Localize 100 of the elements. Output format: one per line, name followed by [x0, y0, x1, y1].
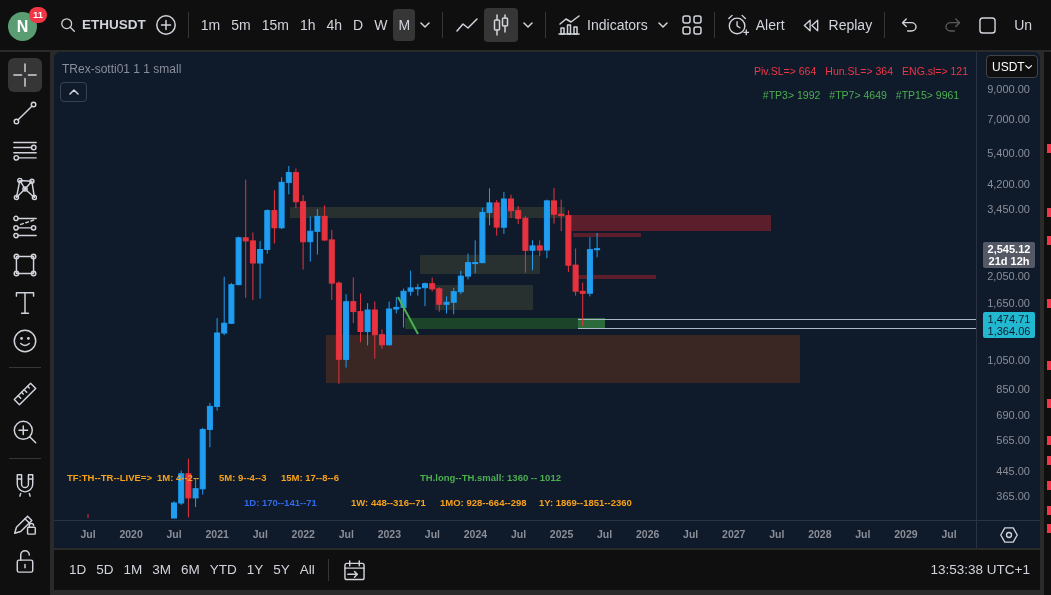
time-axis-label: 2020	[118, 526, 144, 542]
crosshair-icon	[13, 63, 37, 87]
price-axis-label: 565.00	[996, 433, 1030, 447]
calendar-icon	[343, 559, 365, 581]
range-button[interactable]: 1M	[118, 559, 148, 581]
time-axis-label: Jul	[423, 526, 441, 542]
signal-text: 5M: 9--4--3	[219, 472, 267, 484]
last-price-text: 2,545.12	[987, 243, 1031, 255]
interval-tab[interactable]: 1h	[294, 9, 321, 41]
symbol-search-button[interactable]: ETHUSDT	[56, 9, 151, 41]
interval-tab[interactable]: D	[348, 9, 369, 41]
lines-with-dots-icon	[13, 215, 37, 239]
caret-icon	[1024, 63, 1032, 70]
redo-icon	[944, 18, 962, 32]
indicators-button[interactable]: Indicators	[553, 9, 653, 41]
time-axis-label: 2028	[807, 526, 833, 542]
range-button[interactable]: YTD	[204, 559, 242, 581]
trend-line-icon	[13, 101, 37, 125]
time-axis-label: 2022	[290, 526, 316, 542]
range-button[interactable]: 5D	[91, 559, 119, 581]
price-axis-label: 2,050.00	[987, 269, 1030, 283]
interval-tab[interactable]: M	[393, 9, 416, 41]
rewind-icon	[802, 18, 819, 32]
interval-tab[interactable]: W	[369, 9, 393, 41]
stop-level-label: Hun.SL=> 364	[825, 64, 894, 79]
time-axis-label: 2029	[893, 526, 919, 542]
change-marker	[1047, 236, 1051, 245]
interval-tab[interactable]: 1m	[195, 9, 226, 41]
axis-settings-button[interactable]	[997, 524, 1020, 545]
target-label: #TP3> 1992	[762, 87, 821, 103]
smiley-icon	[13, 329, 37, 353]
replay-button[interactable]: Replay	[797, 9, 878, 41]
range-button[interactable]: 5Y	[268, 559, 295, 581]
level-price-text: 1,364.06	[987, 325, 1031, 337]
crosshair-tool[interactable]	[8, 58, 42, 92]
timezone-button[interactable]: 13:53:38 UTC+1	[930, 555, 1030, 585]
settings-icon	[999, 526, 1018, 543]
time-axis-label: Jul	[940, 526, 958, 542]
square-icon	[979, 16, 997, 34]
layout-name-button[interactable]: Un	[1009, 9, 1038, 41]
price-axis-label: 690.00	[996, 408, 1030, 422]
signal-text: 1W: 448--316--71	[351, 497, 426, 509]
time-axis-label: Jul	[79, 526, 97, 542]
change-marker	[1047, 506, 1051, 515]
currency-dropdown[interactable]: USDT	[986, 55, 1038, 78]
grid-icon	[681, 15, 702, 35]
change-marker	[1047, 436, 1051, 445]
range-button[interactable]: 1D	[64, 559, 92, 581]
text-icon	[13, 291, 37, 315]
change-marker	[1047, 456, 1051, 465]
time-axis-label: Jul	[854, 526, 872, 542]
countdown-text: 21d 12h	[988, 255, 1030, 267]
change-marker	[1047, 361, 1051, 370]
time-axis-label: 2021	[204, 526, 230, 542]
interval-tab[interactable]: 5m	[226, 9, 256, 41]
time-axis-label: Jul	[682, 526, 700, 542]
search-icon	[61, 18, 75, 32]
time-axis-label: Jul	[768, 526, 786, 542]
range-button[interactable]: 6M	[176, 559, 205, 581]
line-chart-icon	[456, 18, 479, 32]
price-axis-label: 1,050.00	[987, 353, 1030, 367]
range-button[interactable]: 3M	[147, 559, 177, 581]
range-button[interactable]: All	[294, 559, 320, 581]
time-axis-label: Jul	[596, 526, 614, 542]
undo-icon	[901, 18, 919, 32]
candlestick-button[interactable]	[484, 8, 519, 42]
alert-button[interactable]: Alert	[721, 9, 790, 41]
change-marker	[1047, 299, 1051, 308]
level-price-text: 1,474.71	[987, 313, 1031, 325]
price-axis-label: 445.00	[996, 464, 1030, 478]
price-axis-label: 3,450.00	[987, 202, 1030, 216]
signal-text: TF:TH--TR--LIVE=>	[67, 472, 152, 484]
notification-badge: 11	[29, 7, 48, 23]
signal-text: 1M: 4--2--	[157, 472, 200, 484]
price-axis-label: 5,400.00	[987, 146, 1030, 160]
signal-text: TH.long--TH.small: 1360 -- 1012	[420, 472, 561, 484]
time-axis-label: 2026	[634, 526, 661, 542]
signal-text: 1D: 170--141--71	[244, 497, 317, 509]
caret-icon	[523, 22, 534, 28]
ruler-icon	[13, 382, 37, 406]
change-marker	[1047, 208, 1051, 217]
price-axis-label: 850.00	[996, 382, 1030, 396]
price-axis-label: 4,200.00	[987, 177, 1030, 191]
time-axis-label: 2023	[376, 526, 403, 542]
change-marker	[1047, 524, 1051, 533]
signal-text: 1MO: 928--664--298	[440, 497, 527, 509]
time-axis-label: Jul	[165, 526, 183, 542]
price-axis-label: 365.00	[996, 489, 1030, 503]
collapse-button[interactable]	[60, 82, 87, 102]
time-axis-label: Jul	[337, 526, 355, 542]
price-axis-label: 7,000.00	[987, 112, 1030, 126]
stop-level-label: Piv.SL=> 664	[754, 64, 817, 79]
zoom-in-icon	[13, 420, 37, 444]
target-label: #TP15> 9961	[895, 87, 960, 103]
interval-tab[interactable]: 4h	[321, 9, 348, 41]
trend-line	[397, 296, 419, 335]
time-axis-label: 2027	[721, 526, 747, 542]
signal-text: 1Y: 1869--1851--2360	[539, 497, 632, 509]
range-button[interactable]: 1Y	[241, 559, 269, 581]
interval-tab[interactable]: 15m	[256, 9, 294, 41]
